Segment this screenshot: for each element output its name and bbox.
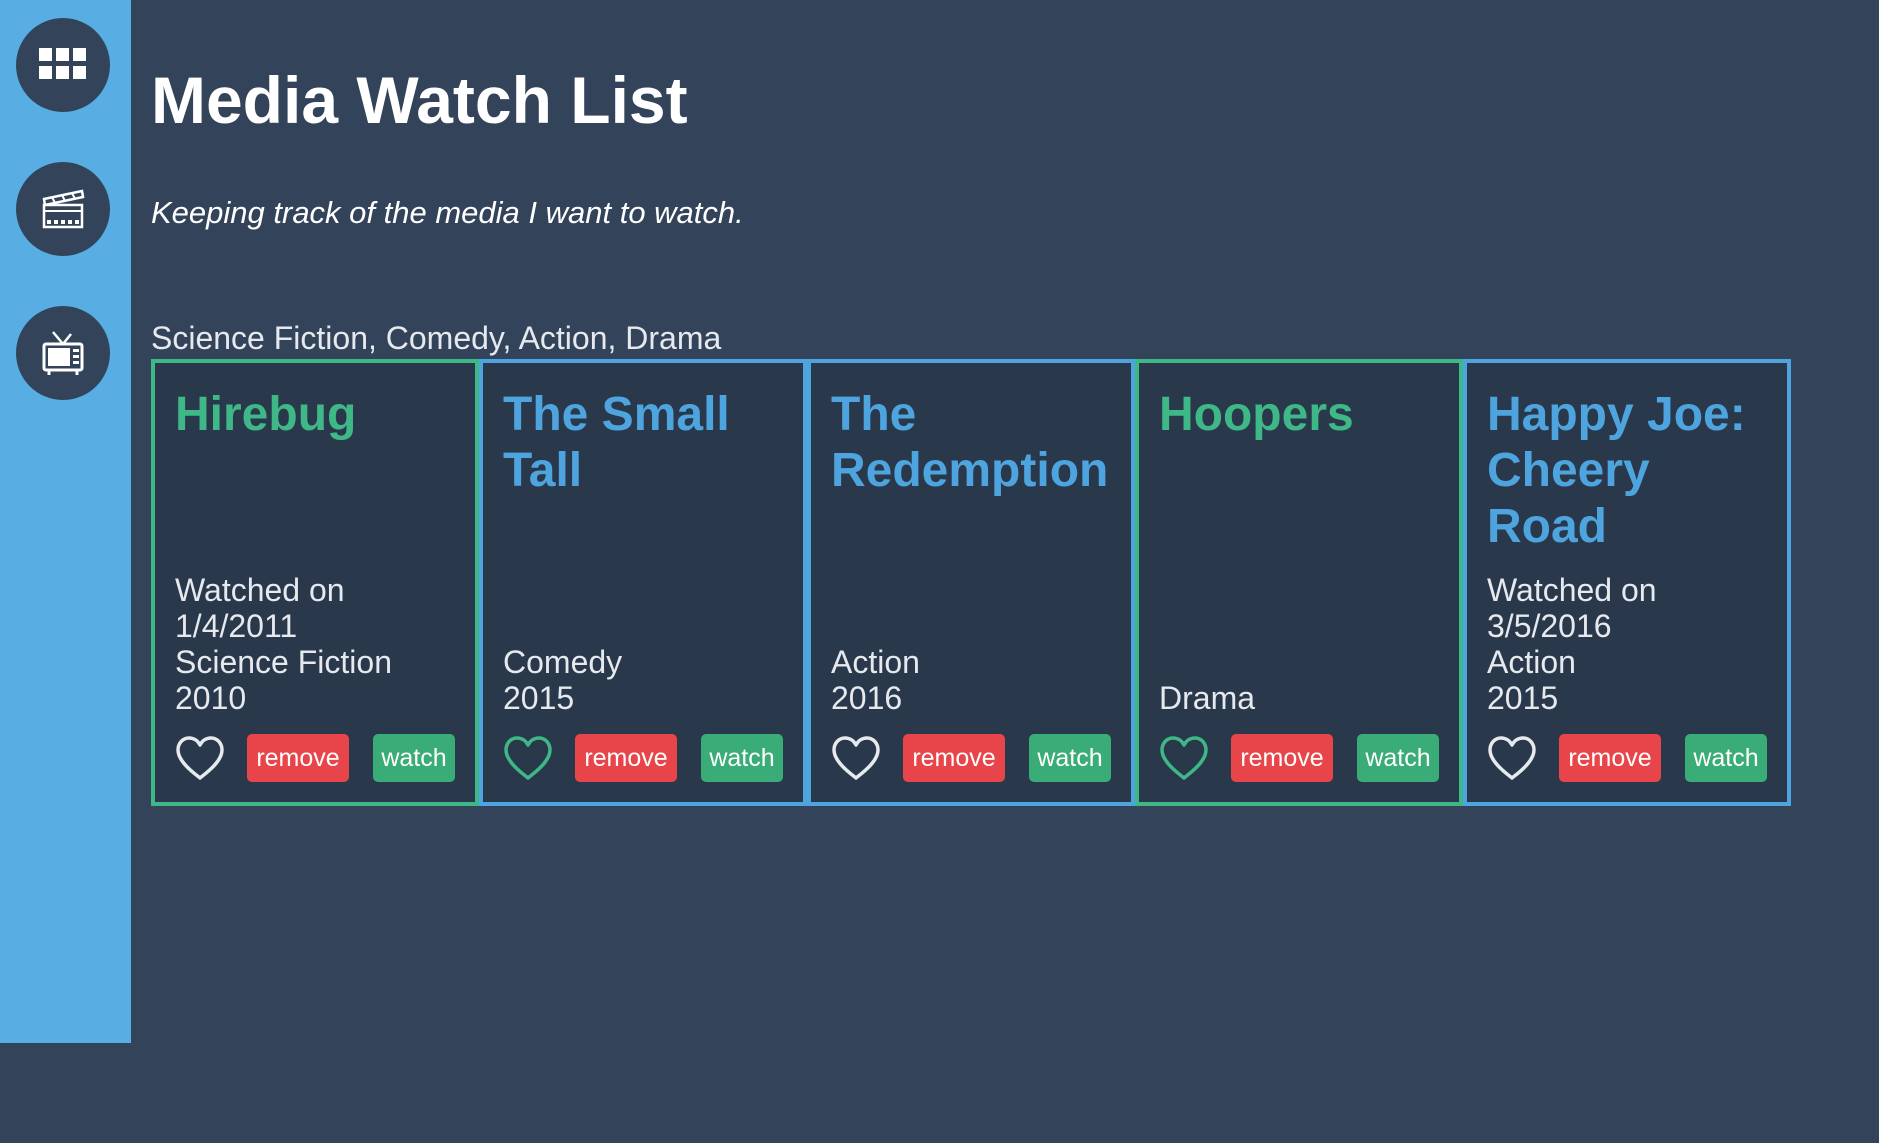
card-actions: remove watch xyxy=(175,734,455,782)
media-card: Hoopers Drama remove watch xyxy=(1135,359,1463,806)
media-info: Watched on 3/5/2016 Action 2015 xyxy=(1487,572,1775,716)
media-year: 2015 xyxy=(1487,680,1559,716)
watched-label: Watched on xyxy=(1487,572,1657,608)
watched-date: 1/4/2011 xyxy=(175,608,298,644)
media-year: 2016 xyxy=(831,680,903,716)
media-title: Hoopers xyxy=(1159,388,1354,441)
media-card-list: Hirebug Watched on 1/4/2011 Science Fict… xyxy=(151,359,1791,806)
media-card: The Small Tall Comedy 2015 remove watch xyxy=(479,359,807,806)
media-info: Comedy 2015 xyxy=(503,644,791,716)
page-title: Media Watch List xyxy=(151,63,688,137)
watch-button[interactable]: watch xyxy=(373,734,455,782)
nav-movies-button[interactable] xyxy=(16,162,110,256)
tv-icon xyxy=(42,331,84,375)
remove-button[interactable]: remove xyxy=(903,734,1005,782)
heart-icon[interactable] xyxy=(1487,735,1537,781)
remove-button[interactable]: remove xyxy=(247,734,349,782)
card-actions: remove watch xyxy=(831,734,1111,782)
watched-date: 3/5/2016 xyxy=(1487,608,1612,644)
media-card: Happy Joe: Cheery Road Watched on 3/5/20… xyxy=(1463,359,1791,806)
media-title: The Small Tall xyxy=(503,388,730,497)
nav-grid-button[interactable] xyxy=(16,18,110,112)
media-genre: Drama xyxy=(1159,680,1256,716)
remove-button[interactable]: remove xyxy=(575,734,677,782)
media-title: The Redemption xyxy=(831,388,1109,497)
media-info: Drama xyxy=(1159,680,1447,716)
media-genre: Action xyxy=(1487,644,1576,680)
genre-list: Science Fiction, Comedy, Action, Drama xyxy=(151,320,722,356)
media-year: 2015 xyxy=(503,680,575,716)
remove-button[interactable]: remove xyxy=(1231,734,1333,782)
watched-label: Watched on xyxy=(175,572,345,608)
media-card: Hirebug Watched on 1/4/2011 Science Fict… xyxy=(151,359,479,806)
film-icon xyxy=(42,189,85,229)
media-info: Watched on 1/4/2011 Science Fiction 2010 xyxy=(175,572,463,716)
media-genre: Science Fiction xyxy=(175,644,392,680)
heart-icon[interactable] xyxy=(831,735,881,781)
media-year: 2010 xyxy=(175,680,247,716)
page-subtitle: Keeping track of the media I want to wat… xyxy=(151,195,744,230)
card-actions: remove watch xyxy=(503,734,783,782)
remove-button[interactable]: remove xyxy=(1559,734,1661,782)
watch-button[interactable]: watch xyxy=(1685,734,1767,782)
media-title: Hirebug xyxy=(175,388,357,441)
card-actions: remove watch xyxy=(1487,734,1767,782)
watch-button[interactable]: watch xyxy=(1357,734,1439,782)
media-genre: Action xyxy=(831,644,920,680)
media-genre: Comedy xyxy=(503,644,623,680)
media-info: Action 2016 xyxy=(831,644,1119,716)
heart-icon[interactable] xyxy=(503,735,553,781)
sidebar xyxy=(0,0,131,1043)
watch-button[interactable]: watch xyxy=(1029,734,1111,782)
media-card: The Redemption Action 2016 remove watch xyxy=(807,359,1135,806)
nav-tv-button[interactable] xyxy=(16,306,110,400)
media-title: Happy Joe: Cheery Road xyxy=(1487,388,1746,553)
grid-icon xyxy=(39,48,86,79)
heart-icon[interactable] xyxy=(175,735,225,781)
watch-button[interactable]: watch xyxy=(701,734,783,782)
heart-icon[interactable] xyxy=(1159,735,1209,781)
card-actions: remove watch xyxy=(1159,734,1439,782)
